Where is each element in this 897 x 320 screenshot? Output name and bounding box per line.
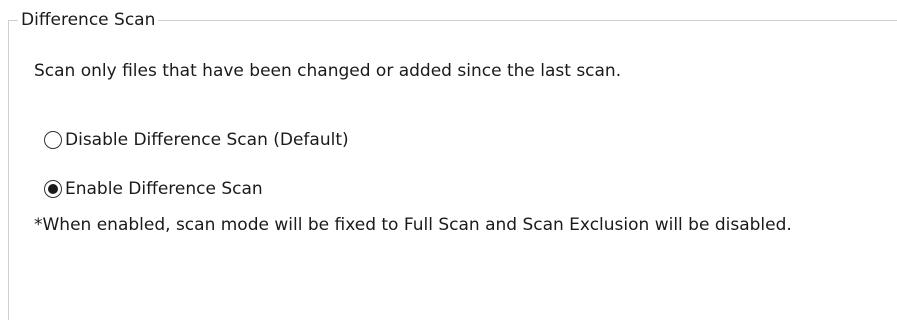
- enabled-note-text: *When enabled, scan mode will be fixed t…: [34, 215, 792, 235]
- radio-button-unchecked[interactable]: [44, 131, 62, 149]
- radio-label: Enable Difference Scan: [65, 179, 263, 199]
- disable-difference-scan-option[interactable]: Disable Difference Scan (Default): [44, 129, 349, 151]
- groupbox-title: Difference Scan: [18, 9, 159, 31]
- description-text: Scan only files that have been changed o…: [34, 61, 622, 81]
- radio-button-checked[interactable]: [44, 180, 62, 198]
- enable-difference-scan-option[interactable]: Enable Difference Scan: [44, 178, 263, 200]
- radio-label: Disable Difference Scan (Default): [65, 130, 349, 150]
